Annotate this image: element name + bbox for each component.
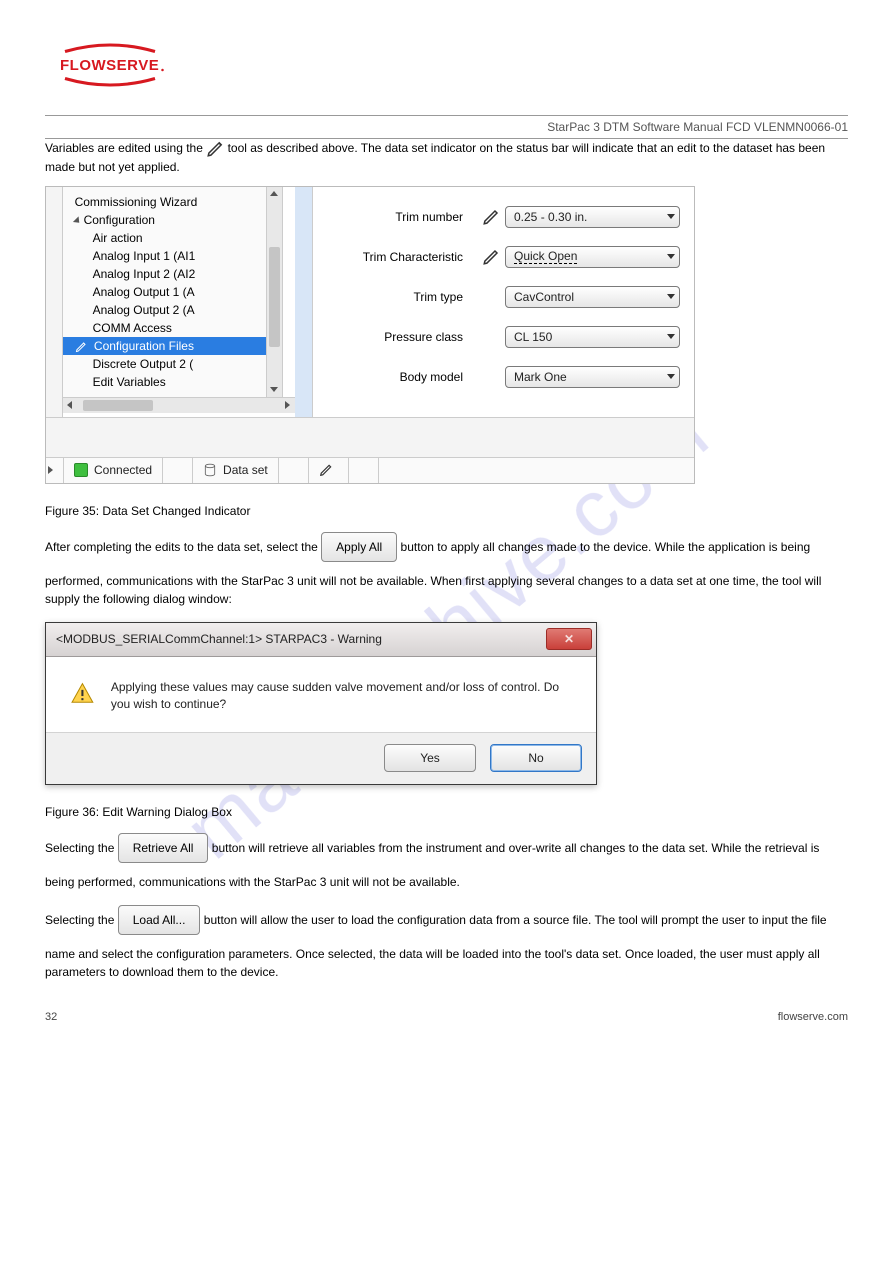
chevron-down-icon (667, 294, 675, 299)
tree-item[interactable]: Analog Output 2 (A (63, 301, 282, 319)
close-button[interactable]: ✕ (546, 628, 592, 650)
trim-characteristic-select[interactable]: Quick Open (505, 246, 680, 268)
trim-type-select[interactable]: CavControl (505, 286, 680, 308)
scroll-up-icon[interactable] (270, 191, 278, 196)
tree-item-selected[interactable]: Configuration Files (63, 337, 282, 355)
intro-paragraph: Variables are edited using the tool as d… (45, 139, 848, 176)
no-button[interactable]: No (490, 744, 582, 772)
doc-header: StarPac 3 DTM Software Manual FCD VLENMN… (45, 115, 848, 139)
chevron-down-icon (667, 374, 675, 379)
scroll-right-icon[interactable] (285, 401, 290, 409)
dialog-title-text: <MODBUS_SERIALCommChannel:1> STARPAC3 - … (56, 632, 382, 646)
field-label: Body model (327, 370, 477, 384)
chevron-down-icon (667, 214, 675, 219)
figure-caption: Figure 35: Data Set Changed Indicator (45, 504, 848, 518)
form-row: Body model Mark One (327, 357, 680, 397)
database-icon (203, 463, 217, 477)
dialog-titlebar[interactable]: <MODBUS_SERIALCommChannel:1> STARPAC3 - … (46, 623, 596, 657)
flowserve-logo: FLOWSERVE (45, 40, 848, 95)
yes-button[interactable]: Yes (384, 744, 476, 772)
field-label: Trim type (327, 290, 477, 304)
scrollbar-thumb[interactable] (83, 400, 153, 411)
tree-item[interactable]: Analog Input 1 (AI1 (63, 247, 282, 265)
form-row: Pressure class CL 150 (327, 317, 680, 357)
scrollbar-thumb[interactable] (269, 247, 280, 347)
tree-item[interactable]: Analog Output 1 (A (63, 283, 282, 301)
splitter[interactable] (295, 187, 313, 417)
dataset-status: Data set (193, 458, 279, 483)
tree-item[interactable]: Analog Input 2 (AI2 (63, 265, 282, 283)
tree-item[interactable]: Commissioning Wizard (63, 193, 282, 211)
horizontal-scrollbar[interactable] (63, 397, 295, 413)
warning-dialog: <MODBUS_SERIALCommChannel:1> STARPAC3 - … (45, 622, 597, 785)
trim-number-select[interactable]: 0.25 - 0.30 in. (505, 206, 680, 228)
dataset-indicator-figure: Commissioning Wizard Configuration Air a… (45, 186, 695, 484)
load-all-button[interactable]: Load All... (118, 905, 201, 935)
pencil-icon[interactable] (482, 208, 500, 226)
form-row: Trim number 0.25 - 0.30 in. (327, 197, 680, 237)
page-footer: 32 flowserve.com (45, 1011, 848, 1023)
pencil-icon (75, 341, 87, 353)
pencil-icon (206, 140, 224, 158)
tree-item[interactable]: Configuration (63, 211, 282, 229)
tree-item[interactable]: Edit Variables (63, 373, 282, 391)
apply-paragraph: After completing the edits to the data s… (45, 526, 848, 608)
page-number: 32 (45, 1011, 57, 1023)
field-label: Trim Characteristic (327, 250, 477, 264)
field-label: Pressure class (327, 330, 477, 344)
scroll-down-icon[interactable] (270, 387, 278, 392)
vertical-scrollbar[interactable] (266, 187, 282, 397)
expand-icon[interactable] (48, 466, 53, 474)
footer-site: flowserve.com (778, 1011, 848, 1023)
left-gutter (46, 187, 63, 417)
dialog-footer: Yes No (46, 732, 596, 784)
nav-tree[interactable]: Commissioning Wizard Configuration Air a… (63, 187, 283, 397)
footer-strip (46, 417, 694, 457)
pencil-icon (319, 463, 333, 477)
tree-item[interactable]: Air action (63, 229, 282, 247)
retrieve-paragraph: Selecting the Retrieve All button will r… (45, 827, 848, 891)
pressure-class-select[interactable]: CL 150 (505, 326, 680, 348)
svg-text:FLOWSERVE: FLOWSERVE (60, 57, 159, 74)
chevron-down-icon (667, 334, 675, 339)
status-bar: Connected Data set (46, 457, 694, 483)
scroll-left-icon[interactable] (67, 401, 72, 409)
connection-status: Connected (64, 458, 163, 483)
tree-item[interactable]: COMM Access (63, 319, 282, 337)
retrieve-all-button[interactable]: Retrieve All (118, 833, 209, 863)
figure-caption: Figure 36: Edit Warning Dialog Box (45, 805, 848, 819)
expand-icon[interactable] (72, 216, 81, 225)
form-row: Trim type CavControl (327, 277, 680, 317)
body-model-select[interactable]: Mark One (505, 366, 680, 388)
close-icon: ✕ (564, 633, 574, 645)
dialog-message: Applying these values may cause sudden v… (111, 679, 580, 714)
connected-icon (74, 463, 88, 477)
form-row: Trim Characteristic Quick Open (327, 237, 680, 277)
form-panel: Trim number 0.25 - 0.30 in. Trim Charact… (313, 187, 694, 417)
warning-icon (70, 679, 95, 709)
pencil-icon[interactable] (482, 248, 500, 266)
chevron-down-icon (667, 254, 675, 259)
dialog-body: Applying these values may cause sudden v… (46, 657, 596, 732)
apply-all-button[interactable]: Apply All (321, 532, 397, 562)
doc-header-text: StarPac 3 DTM Software Manual FCD VLENMN… (547, 120, 848, 134)
field-label: Trim number (327, 210, 477, 224)
load-paragraph: Selecting the Load All... button will al… (45, 899, 848, 981)
tree-item[interactable]: Discrete Output 2 ( (63, 355, 282, 373)
